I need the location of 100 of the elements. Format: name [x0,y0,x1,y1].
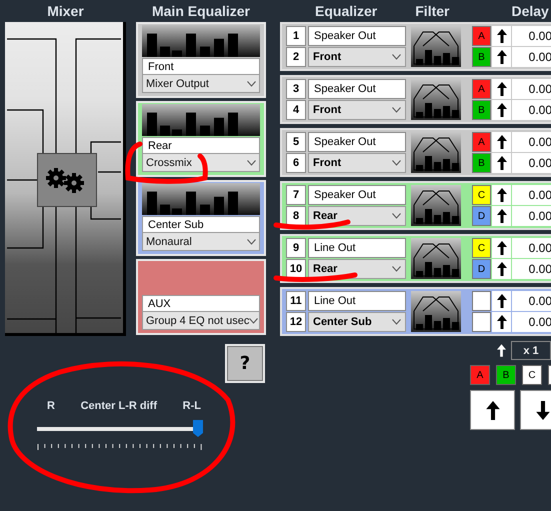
position-dropdown[interactable]: Front [308,100,406,120]
polarity-button[interactable] [492,238,511,258]
channel-number: 12 [286,312,306,332]
position-dropdown[interactable]: Rear [308,259,406,279]
polarity-button[interactable] [492,153,511,173]
mode-dropdown[interactable]: Group 4 EQ not usec [142,312,260,330]
name-field[interactable]: Center Sub [142,216,260,233]
up-arrow-icon [496,294,506,308]
filter-icon[interactable] [411,79,461,120]
channel-number: 6 [286,153,306,173]
main-equalizer-header: Main Equalizer [152,3,250,19]
output-type-field[interactable]: Line Out [308,291,406,311]
equalizer-header: Equalizer [315,3,378,19]
chevron-icon [392,213,401,219]
position-dropdown[interactable]: Front [308,153,406,173]
polarity-button[interactable] [492,312,511,332]
mode-dropdown[interactable]: Monaural [142,233,260,251]
filter-header: Filter [415,3,450,19]
channel-number: 10 [286,259,306,279]
channel-tag[interactable]: B [472,100,491,120]
polarity-button[interactable] [492,26,511,46]
channel-number: 7 [286,185,306,205]
name-field[interactable]: Rear [142,137,260,154]
chevron-icon [247,160,256,166]
mode-dropdown[interactable]: Mixer Output [142,75,260,93]
eq-bars-icon[interactable] [142,104,260,136]
chevron-icon [247,80,256,86]
output-type-field[interactable]: Speaker Out [308,132,406,152]
channel-tag[interactable]: A [472,79,491,99]
up-arrow-icon [496,135,506,149]
channel-tag[interactable]: A [472,132,491,152]
slider-right-label: R-L [182,400,201,412]
channel-tag[interactable]: C [472,185,491,205]
position-dropdown[interactable]: Front [308,47,406,67]
polarity-button[interactable] [492,79,511,99]
filter-icon[interactable] [411,132,461,173]
down-arrow-icon [536,400,550,420]
chevron-icon [392,266,401,272]
channel-tag[interactable]: D [472,206,491,226]
chevron-icon [392,319,401,325]
chevron-icon [247,238,256,244]
channel-number: 1 [286,26,306,46]
help-button[interactable]: ? [225,344,265,383]
output-type-field[interactable]: Speaker Out [308,79,406,99]
channel-number: 9 [286,238,306,258]
up-arrow-icon [496,262,506,276]
up-arrow-icon [496,50,506,64]
channel-tag[interactable]: B [472,153,491,173]
eq-bars-icon[interactable] [142,183,260,215]
channel-tag[interactable]: C [472,238,491,258]
polarity-button[interactable] [492,100,511,120]
channel-number: 3 [286,79,306,99]
channel-number: 4 [286,100,306,120]
up-arrow-icon [496,103,506,117]
chevron-icon [392,160,401,166]
multiplier-field[interactable]: x 1 [511,341,551,360]
channel-number: 5 [286,132,306,152]
channel-button[interactable]: A [470,365,490,385]
filter-icon[interactable] [411,238,461,279]
polarity-button[interactable] [492,291,511,311]
slider-thumb[interactable] [193,420,203,437]
up-arrow-icon [486,400,500,420]
mixer-header: Mixer [47,3,84,19]
name-field[interactable]: AUX [142,295,260,312]
position-dropdown[interactable]: Rear [308,206,406,226]
output-type-field[interactable]: Line Out [308,238,406,258]
chevron-icon [249,318,258,324]
filter-icon[interactable] [411,291,461,332]
filter-icon[interactable] [411,185,461,226]
up-arrow-icon [496,315,506,329]
filter-icon[interactable] [411,26,461,67]
gears-icon[interactable] [37,153,97,207]
position-dropdown[interactable]: Center Sub [308,312,406,332]
mode-dropdown[interactable]: Crossmix [142,154,260,172]
eq-bars-icon[interactable] [142,25,260,57]
channel-tag[interactable]: A [472,26,491,46]
chevron-icon [392,107,401,113]
polarity-button[interactable] [492,132,511,152]
polarity-button[interactable] [492,206,511,226]
channel-button[interactable]: B [496,365,516,385]
name-field[interactable]: Front [142,58,260,75]
up-arrow-icon [496,29,506,43]
output-type-field[interactable]: Speaker Out [308,185,406,205]
slider-left-label: R [47,400,55,412]
slider-title: Center L-R diff [80,400,157,412]
channel-tag[interactable]: B [472,47,491,67]
up-arrow-icon [496,156,506,170]
up-arrow-icon [496,241,506,255]
output-type-field[interactable]: Speaker Out [308,26,406,46]
move-up-button[interactable] [470,390,515,430]
channel-tag[interactable]: D [472,259,491,279]
polarity-button[interactable] [492,185,511,205]
polarity-button[interactable] [492,259,511,279]
channel-button[interactable]: C [522,365,542,385]
delay-header: Delay [511,3,549,19]
up-arrow-icon [496,188,506,202]
chevron-icon [392,54,401,60]
channel-number: 8 [286,206,306,226]
polarity-button[interactable] [492,47,511,67]
up-arrow-icon [496,209,506,223]
